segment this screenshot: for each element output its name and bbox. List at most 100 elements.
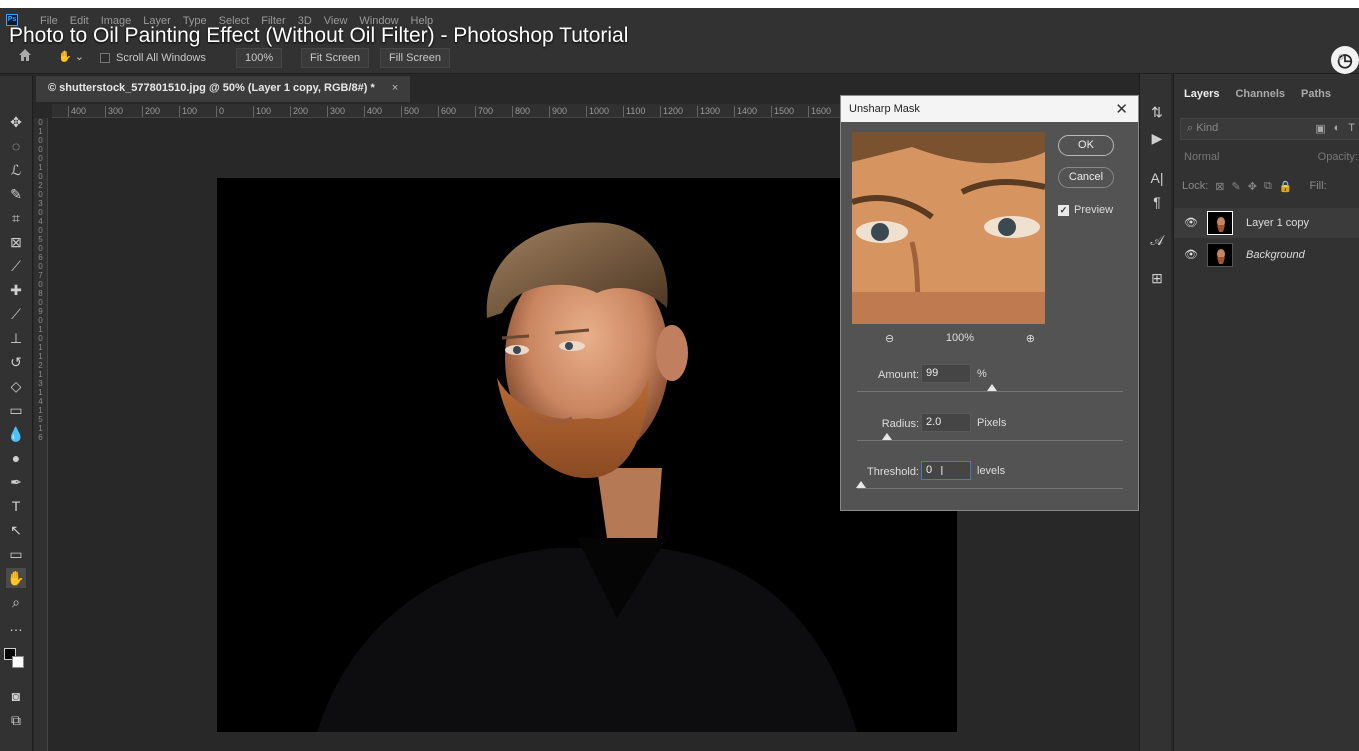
ruler-tick: 100 bbox=[179, 106, 197, 117]
blend-mode-select[interactable]: Normal bbox=[1184, 151, 1219, 163]
document-tab[interactable]: © shutterstock_577801510.jpg @ 50% (Laye… bbox=[36, 76, 411, 102]
tab-layers[interactable]: Layers bbox=[1184, 88, 1219, 100]
clone-stamp-tool-icon[interactable]: ⊥ bbox=[6, 328, 26, 348]
type-tool-icon[interactable]: T bbox=[6, 496, 26, 516]
layer-row[interactable]: 👁 Layer 1 copy bbox=[1174, 208, 1359, 238]
ruler-tick: 900 bbox=[549, 106, 567, 117]
tab-channels[interactable]: Channels bbox=[1235, 88, 1285, 100]
dodge-tool-icon[interactable]: ● bbox=[6, 448, 26, 468]
radius-input[interactable]: 2.0 bbox=[921, 413, 971, 432]
frame-tool-icon[interactable]: ⊠ bbox=[6, 232, 26, 252]
amount-input[interactable]: 99 bbox=[921, 364, 971, 383]
lock-transparent-icon[interactable]: ⊠ bbox=[1215, 180, 1224, 196]
more-tools-icon[interactable]: … bbox=[6, 616, 26, 636]
brush-tool-icon[interactable]: ⟋ bbox=[6, 304, 26, 324]
screen-mode-icon[interactable]: ⧉ bbox=[6, 710, 26, 730]
type-filter-icon[interactable]: T bbox=[1348, 122, 1355, 135]
path-selection-tool-icon[interactable]: ↖ bbox=[6, 520, 26, 540]
actions-play-icon[interactable]: ▶ bbox=[1148, 130, 1166, 147]
layer-row[interactable]: 👁 Background bbox=[1174, 240, 1359, 270]
cancel-button[interactable]: Cancel bbox=[1058, 167, 1114, 188]
unsharp-mask-dialog: Unsharp Mask ✕ ⊖ 100% ⊕ OK Cancel ✓ Prev… bbox=[840, 95, 1139, 511]
adjustment-filter-icon[interactable]: ◐ bbox=[1334, 122, 1341, 135]
tab-paths[interactable]: Paths bbox=[1301, 88, 1331, 100]
ruler-tick: 500 bbox=[401, 106, 419, 117]
image-filter-icon[interactable]: ▣ bbox=[1315, 122, 1325, 135]
ruler-tick: 400 bbox=[364, 106, 382, 117]
threshold-value: 0 bbox=[926, 464, 933, 476]
radius-label: Radius: bbox=[881, 418, 919, 430]
preview-image[interactable] bbox=[852, 132, 1045, 324]
close-tab-icon[interactable]: × bbox=[392, 82, 398, 94]
amount-slider[interactable] bbox=[857, 384, 1123, 392]
kind-placeholder: Kind bbox=[1196, 122, 1219, 134]
character-panel-icon[interactable]: A| bbox=[1148, 170, 1166, 186]
panel-tabs: Layers Channels Paths bbox=[1174, 88, 1331, 100]
libraries-panel-icon[interactable]: ⊞ bbox=[1148, 270, 1166, 287]
ok-button[interactable]: OK bbox=[1058, 135, 1114, 156]
search-icon[interactable]: ⌕ bbox=[1337, 48, 1345, 65]
checkbox-box bbox=[100, 53, 110, 63]
gradient-tool-icon[interactable]: ▭ bbox=[6, 400, 26, 420]
zoom-100-button[interactable]: 100% bbox=[236, 48, 283, 68]
lock-row: Lock: ⊠ ✎ ✥ ⧉ 🔒 Fill: bbox=[1180, 178, 1359, 198]
crop-tool-icon[interactable]: ⌗ bbox=[6, 208, 26, 228]
search-icon: ⌕ bbox=[1187, 122, 1197, 134]
vertical-ruler: 010001020304050607080901011213141516 bbox=[34, 118, 48, 751]
threshold-input[interactable]: 0 I bbox=[921, 461, 971, 480]
hand-tool-preset-icon[interactable]: ✋ ⌄ bbox=[58, 48, 84, 68]
amount-label: Amount: bbox=[878, 369, 919, 381]
marquee-tool-icon[interactable]: ◌ bbox=[6, 136, 26, 156]
amount-slider-thumb[interactable] bbox=[987, 384, 997, 391]
opacity-label[interactable]: Opacity: bbox=[1318, 151, 1358, 163]
visibility-eye-icon[interactable]: 👁 bbox=[1184, 248, 1198, 261]
dialog-close-icon[interactable]: ✕ bbox=[1115, 100, 1128, 118]
fill-label[interactable]: Fill: bbox=[1310, 180, 1327, 196]
fit-screen-button[interactable]: Fit Screen bbox=[301, 48, 370, 68]
lock-artboard-icon[interactable]: ⧉ bbox=[1264, 180, 1272, 196]
preview-checkbox[interactable]: ✓ Preview bbox=[1058, 204, 1113, 216]
ruler-tick: 200 bbox=[142, 106, 160, 117]
ruler-tick: 1300 bbox=[697, 106, 720, 117]
background-color-swatch[interactable] bbox=[12, 656, 24, 668]
lock-position-icon[interactable]: ✥ bbox=[1248, 180, 1257, 196]
ruler-tick: 400 bbox=[68, 106, 86, 117]
glyphs-panel-icon[interactable]: 𝒜 bbox=[1148, 232, 1166, 249]
rectangle-tool-icon[interactable]: ▭ bbox=[6, 544, 26, 564]
layer-thumbnail bbox=[1207, 211, 1233, 235]
zoom-out-icon[interactable]: ⊖ bbox=[885, 332, 894, 345]
threshold-slider-thumb[interactable] bbox=[856, 481, 866, 488]
radius-slider[interactable] bbox=[857, 433, 1123, 441]
threshold-slider[interactable] bbox=[856, 481, 1123, 489]
document-tab-title: © shutterstock_577801510.jpg @ 50% (Laye… bbox=[48, 82, 375, 94]
paragraph-panel-icon[interactable]: ¶ bbox=[1148, 194, 1166, 210]
quick-select-tool-icon[interactable]: ✎ bbox=[6, 184, 26, 204]
lasso-tool-icon[interactable]: ℒ bbox=[6, 160, 26, 180]
scroll-all-windows-checkbox[interactable]: Scroll All Windows bbox=[100, 48, 206, 68]
history-brush-tool-icon[interactable]: ↺ bbox=[6, 352, 26, 372]
eraser-tool-icon[interactable]: ◇ bbox=[6, 376, 26, 396]
zoom-in-icon[interactable]: ⊕ bbox=[1026, 332, 1035, 345]
eyedropper-tool-icon[interactable]: ⟋ bbox=[6, 256, 26, 276]
filter-icons: ▣ ◐ T bbox=[1315, 122, 1355, 135]
radius-slider-thumb[interactable] bbox=[882, 433, 893, 440]
healing-brush-tool-icon[interactable]: ✚ bbox=[6, 280, 26, 300]
move-tool-icon[interactable]: ✥ bbox=[6, 112, 26, 132]
ruler-tick: 1100 bbox=[623, 106, 645, 117]
dialog-title: Unsharp Mask bbox=[849, 103, 920, 115]
ruler-tick: 800 bbox=[512, 106, 530, 117]
blur-tool-icon[interactable]: 💧 bbox=[6, 424, 26, 444]
text-cursor-icon: I bbox=[940, 463, 944, 478]
history-panel-icon[interactable]: ⇅ bbox=[1148, 104, 1166, 121]
quick-mask-icon[interactable]: ◙ bbox=[6, 686, 26, 706]
threshold-label: Threshold: bbox=[867, 466, 919, 478]
hand-tool-icon[interactable]: ✋ bbox=[6, 568, 26, 588]
zoom-tool-icon[interactable]: ⌕ bbox=[6, 592, 26, 612]
pen-tool-icon[interactable]: ✒ bbox=[6, 472, 26, 492]
lock-all-icon[interactable]: 🔒 bbox=[1279, 180, 1293, 196]
fill-screen-button[interactable]: Fill Screen bbox=[380, 48, 450, 68]
home-icon[interactable] bbox=[18, 48, 32, 68]
layer-kind-filter[interactable]: ⌕ Kind ▣ ◐ T bbox=[1180, 118, 1359, 140]
lock-image-icon[interactable]: ✎ bbox=[1232, 180, 1241, 196]
visibility-eye-icon[interactable]: 👁 bbox=[1184, 216, 1198, 229]
